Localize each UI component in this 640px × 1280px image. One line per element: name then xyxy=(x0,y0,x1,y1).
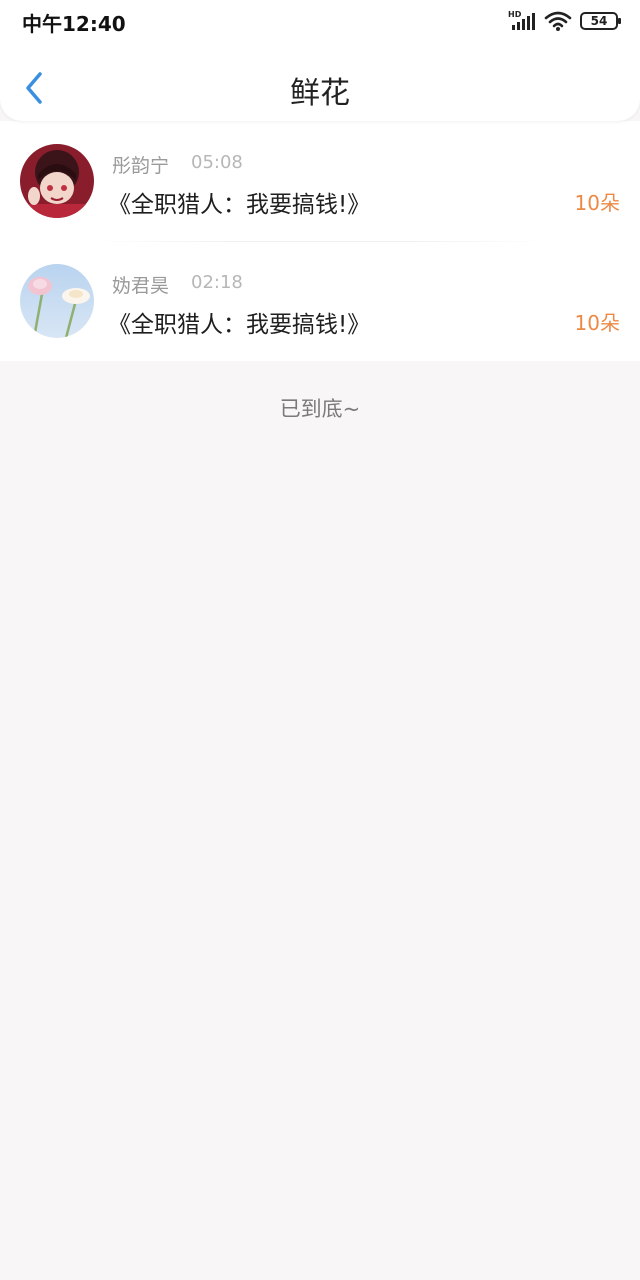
status-time: 中午12:40 xyxy=(22,12,126,36)
wifi-icon xyxy=(544,11,572,31)
avatar[interactable] xyxy=(20,144,94,218)
send-time: 05:08 xyxy=(191,152,243,173)
status-icons: HD 54 xyxy=(508,9,621,33)
flower-count: 10朵 xyxy=(574,311,620,335)
battery-icon: 54 xyxy=(580,12,621,30)
list-item[interactable]: 彤韵宁 05:08 《全职猎人：我要搞钱!》 10朵 xyxy=(0,121,640,241)
book-title: 《全职猎人：我要搞钱!》 xyxy=(108,312,371,338)
network-type-label: HD xyxy=(508,10,522,19)
battery-level: 54 xyxy=(590,14,608,28)
signal-icon: HD xyxy=(508,10,536,32)
avatar[interactable] xyxy=(20,264,94,338)
list-item[interactable]: 妫君昊 02:18 《全职猎人：我要搞钱!》 10朵 xyxy=(0,241,640,361)
book-title: 《全职猎人：我要搞钱!》 xyxy=(108,192,371,218)
end-of-list-text: 已到底~ xyxy=(279,397,361,421)
flower-count: 10朵 xyxy=(574,191,620,215)
flower-record-list: 彤韵宁 05:08 《全职猎人：我要搞钱!》 10朵 妫君昊 02:18 《全职… xyxy=(0,121,640,361)
app-header: 中午12:40 HD 54 鲜花 xyxy=(0,0,640,121)
page-title: 鲜花 xyxy=(290,76,350,111)
sender-name: 妫君昊 xyxy=(112,275,170,297)
send-time: 02:18 xyxy=(191,272,243,293)
sender-name: 彤韵宁 xyxy=(112,155,170,177)
